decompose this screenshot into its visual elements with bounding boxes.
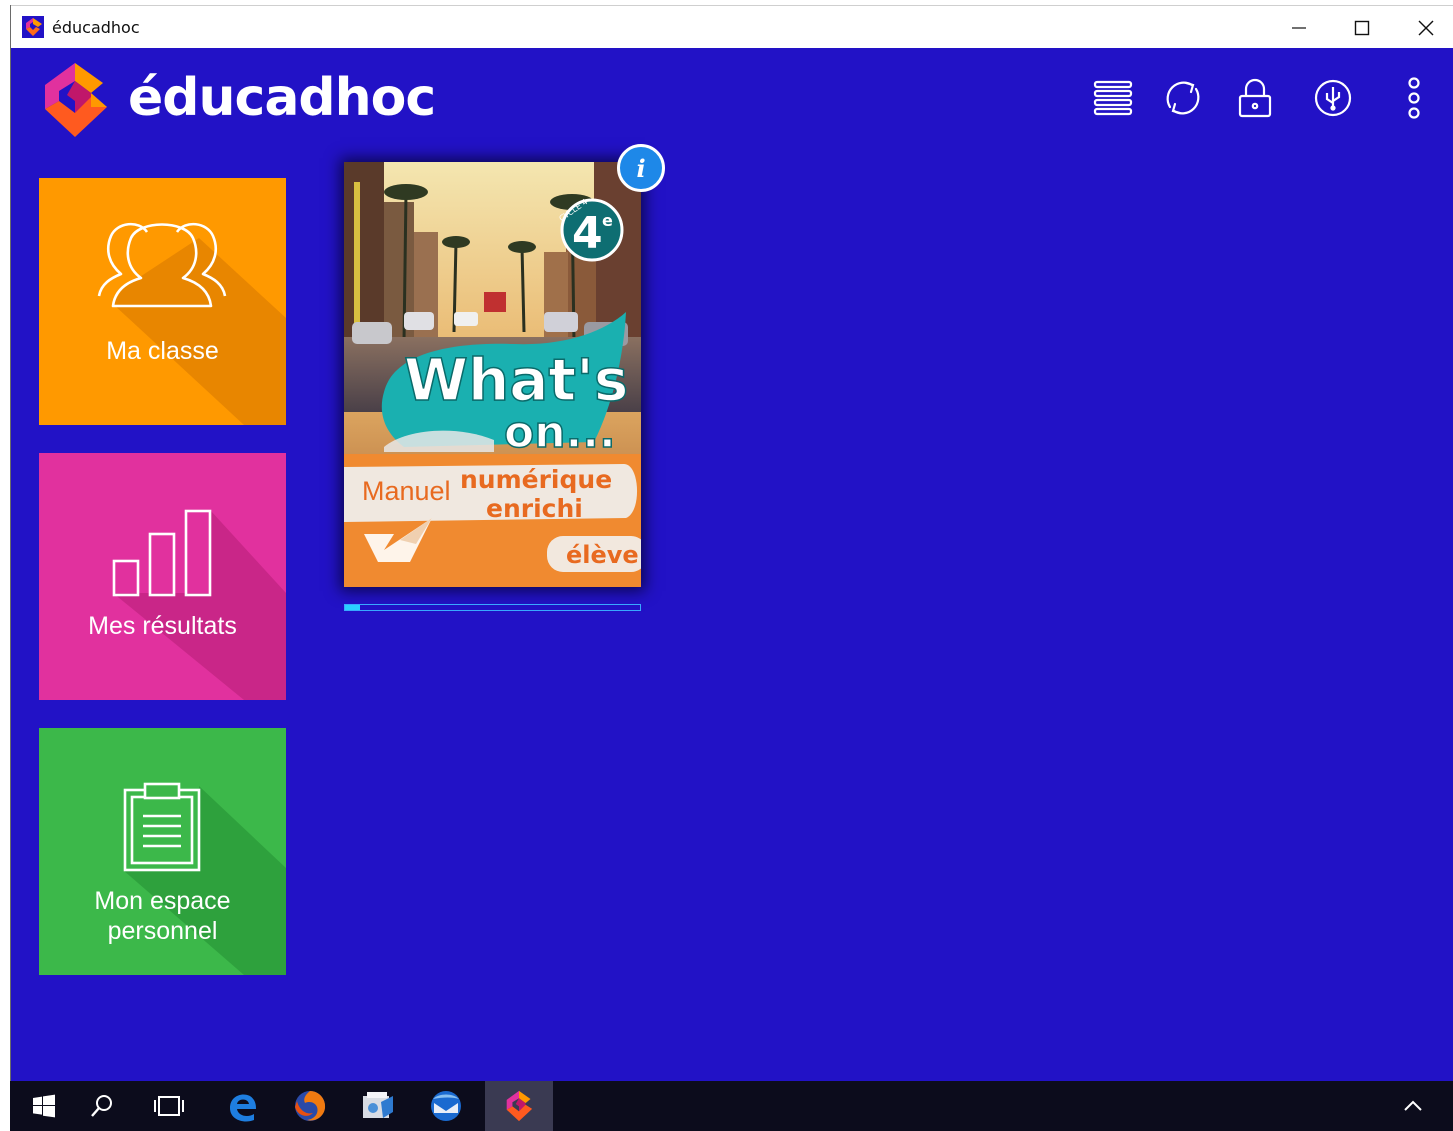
maximize-icon (1354, 20, 1370, 35)
taskbar (10, 1081, 1453, 1131)
tile-label: Mon espace personnel (39, 886, 286, 946)
search-icon (91, 1095, 112, 1117)
sync-icon (1166, 81, 1200, 115)
tile-label: Ma classe (106, 337, 219, 365)
sync-button[interactable] (1161, 76, 1205, 120)
edge-icon (230, 1094, 256, 1122)
book-cover-art: What's on... 4 e CYCLE 4 Manuel numériqu… (344, 162, 641, 587)
book-subtitle-line-1: numérique (460, 465, 612, 494)
clipboard-icon (123, 782, 201, 872)
tile-label-line-1: Mon espace (94, 887, 231, 915)
title-bar: éducadhoc (11, 5, 1453, 48)
thunderbird-icon (431, 1091, 461, 1121)
lock-button[interactable] (1233, 76, 1277, 120)
tile-ma-classe[interactable]: Ma classe (39, 178, 286, 425)
taskbar-firefox[interactable] (276, 1081, 344, 1131)
firefox-icon (295, 1091, 326, 1121)
more-vert-icon (1408, 77, 1420, 119)
start-icon (33, 1094, 55, 1118)
usb-button[interactable] (1311, 76, 1355, 120)
users-icon (97, 222, 227, 308)
book-subtitle-line-2: enrichi (486, 494, 583, 523)
taskbar-thunderbird[interactable] (412, 1081, 480, 1131)
search-button[interactable] (68, 1081, 136, 1131)
tile-label: Mes résultats (88, 612, 237, 640)
app-window: éducadhoc éducadhoc Ma classe Mes résult… (10, 5, 1453, 1081)
menu-icon (1093, 80, 1133, 116)
close-icon (1418, 20, 1434, 35)
more-options-button[interactable] (1392, 76, 1436, 120)
app-header: éducadhoc (11, 48, 1453, 158)
explorer-icon (363, 1092, 393, 1118)
window-title: éducadhoc (52, 18, 140, 37)
minimize-icon (1292, 26, 1306, 29)
close-button[interactable] (1395, 6, 1453, 49)
task-view-icon (154, 1096, 184, 1116)
bar-chart-icon (112, 509, 212, 597)
minimize-button[interactable] (1268, 6, 1330, 49)
menu-button[interactable] (1091, 76, 1135, 120)
book-subtitle-manuel: Manuel (362, 476, 451, 506)
app-icon (22, 16, 44, 38)
educadhoc-icon (506, 1090, 533, 1122)
book-title-line-2: on... (504, 407, 616, 458)
show-hidden-icons-button[interactable] (1388, 1081, 1438, 1131)
logo-text: éducadhoc (128, 68, 436, 128)
download-progress-fill (345, 605, 360, 610)
book-grade-suffix: e (602, 211, 613, 230)
taskbar-explorer[interactable] (344, 1081, 412, 1131)
taskbar-edge[interactable] (208, 1081, 276, 1131)
taskbar-educadhoc[interactable] (485, 1081, 553, 1131)
task-view-button[interactable] (135, 1081, 203, 1131)
book-cover[interactable]: What's on... 4 e CYCLE 4 Manuel numériqu… (344, 162, 641, 587)
educadhoc-logo-icon (45, 63, 107, 137)
book-info-button[interactable]: i (617, 144, 665, 192)
book-grade: 4 (572, 208, 603, 259)
tile-label-line-2: personnel (107, 917, 218, 945)
book-badge: élève (566, 541, 639, 569)
usb-icon (1314, 79, 1352, 117)
lock-icon (1238, 78, 1272, 118)
book-title-line-1: What's (404, 346, 628, 414)
download-progress-bar (344, 604, 641, 611)
maximize-button[interactable] (1331, 6, 1393, 49)
chevron-up-icon (1404, 1100, 1422, 1111)
tile-mes-resultats[interactable]: Mes résultats (39, 453, 286, 700)
tile-mon-espace-personnel[interactable]: Mon espace personnel (39, 728, 286, 975)
